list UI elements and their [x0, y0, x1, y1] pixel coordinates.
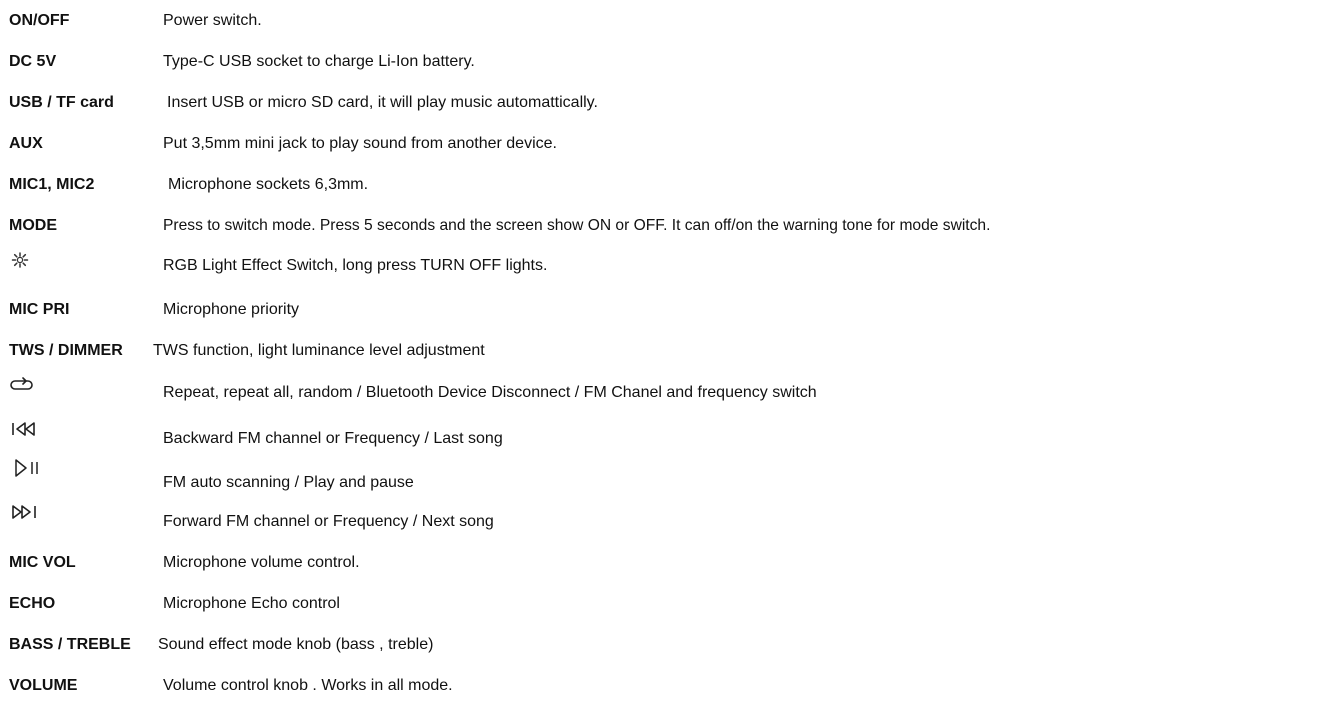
- list-item-bass-treble: BASS / TREBLE Sound effect mode knob (ba…: [0, 635, 1343, 665]
- description: Press to switch mode. Press 5 seconds an…: [163, 217, 991, 234]
- list-item-previous: Backward FM channel or Frequency / Last …: [0, 418, 1343, 448]
- description: Microphone volume control.: [163, 554, 360, 571]
- term-label: ON/OFF: [9, 12, 70, 29]
- term-label: AUX: [9, 135, 43, 152]
- term-label: MODE: [9, 217, 57, 234]
- list-item-mode: MODE Press to switch mode. Press 5 secon…: [0, 216, 1343, 246]
- description: Type-C USB socket to charge Li-Ion batte…: [163, 53, 475, 70]
- list-item-echo: ECHO Microphone Echo control: [0, 594, 1343, 624]
- term-label: MIC1, MIC2: [9, 176, 95, 193]
- description: FM auto scanning / Play and pause: [163, 474, 414, 491]
- play-pause-icon: [13, 457, 47, 479]
- term-label: MIC PRI: [9, 301, 70, 318]
- list-item-on-off: ON/OFF Power switch.: [0, 11, 1343, 41]
- term-label: USB / TF card: [9, 94, 114, 111]
- description: Microphone sockets 6,3mm.: [168, 176, 369, 193]
- description: Sound effect mode knob (bass , treble): [158, 636, 434, 653]
- description: Backward FM channel or Frequency / Last …: [163, 430, 503, 447]
- description: Insert USB or micro SD card, it will pla…: [167, 94, 598, 111]
- light-effect-icon: [9, 249, 43, 271]
- next-track-icon: [9, 501, 43, 523]
- repeat-icon: [9, 374, 43, 396]
- list-item-usb-tf-card: USB / TF card Insert USB or micro SD car…: [0, 93, 1343, 123]
- term-label: VOLUME: [9, 677, 78, 694]
- list-item-repeat: Repeat, repeat all, random / Bluetooth D…: [0, 374, 1343, 404]
- term-label: TWS / DIMMER: [9, 342, 123, 359]
- list-item-mic1-mic2: MIC1, MIC2 Microphone sockets 6,3mm.: [0, 175, 1343, 205]
- list-item-mic-pri: MIC PRI Microphone priority: [0, 300, 1343, 330]
- description: TWS function, light luminance level adju…: [153, 342, 485, 359]
- previous-track-icon: [9, 418, 43, 440]
- term-label: MIC VOL: [9, 554, 76, 571]
- description: Volume control knob . Works in all mode.: [163, 677, 453, 694]
- list-item-play-pause: FM auto scanning / Play and pause: [0, 457, 1343, 491]
- list-item-mic-vol: MIC VOL Microphone volume control.: [0, 553, 1343, 583]
- list-item-tws-dimmer: TWS / DIMMER TWS function, light luminan…: [0, 341, 1343, 371]
- term-label: BASS / TREBLE: [9, 636, 131, 653]
- description: Put 3,5mm mini jack to play sound from a…: [163, 135, 557, 152]
- list-item-next: Forward FM channel or Frequency / Next s…: [0, 501, 1343, 531]
- description: Power switch.: [163, 12, 262, 29]
- list-item-light-effect: RGB Light Effect Switch, long press TURN…: [0, 249, 1343, 279]
- list-item-aux: AUX Put 3,5mm mini jack to play sound fr…: [0, 134, 1343, 164]
- description: Repeat, repeat all, random / Bluetooth D…: [163, 384, 817, 401]
- description: Microphone priority: [163, 301, 300, 318]
- list-item-dc-5v: DC 5V Type-C USB socket to charge Li-Ion…: [0, 52, 1343, 82]
- description: Microphone Echo control: [163, 595, 340, 612]
- term-label: ECHO: [9, 595, 56, 612]
- description: RGB Light Effect Switch, long press TURN…: [163, 257, 548, 274]
- term-label: DC 5V: [9, 53, 57, 70]
- description: Forward FM channel or Frequency / Next s…: [163, 513, 494, 530]
- list-item-volume: VOLUME Volume control knob . Works in al…: [0, 676, 1343, 706]
